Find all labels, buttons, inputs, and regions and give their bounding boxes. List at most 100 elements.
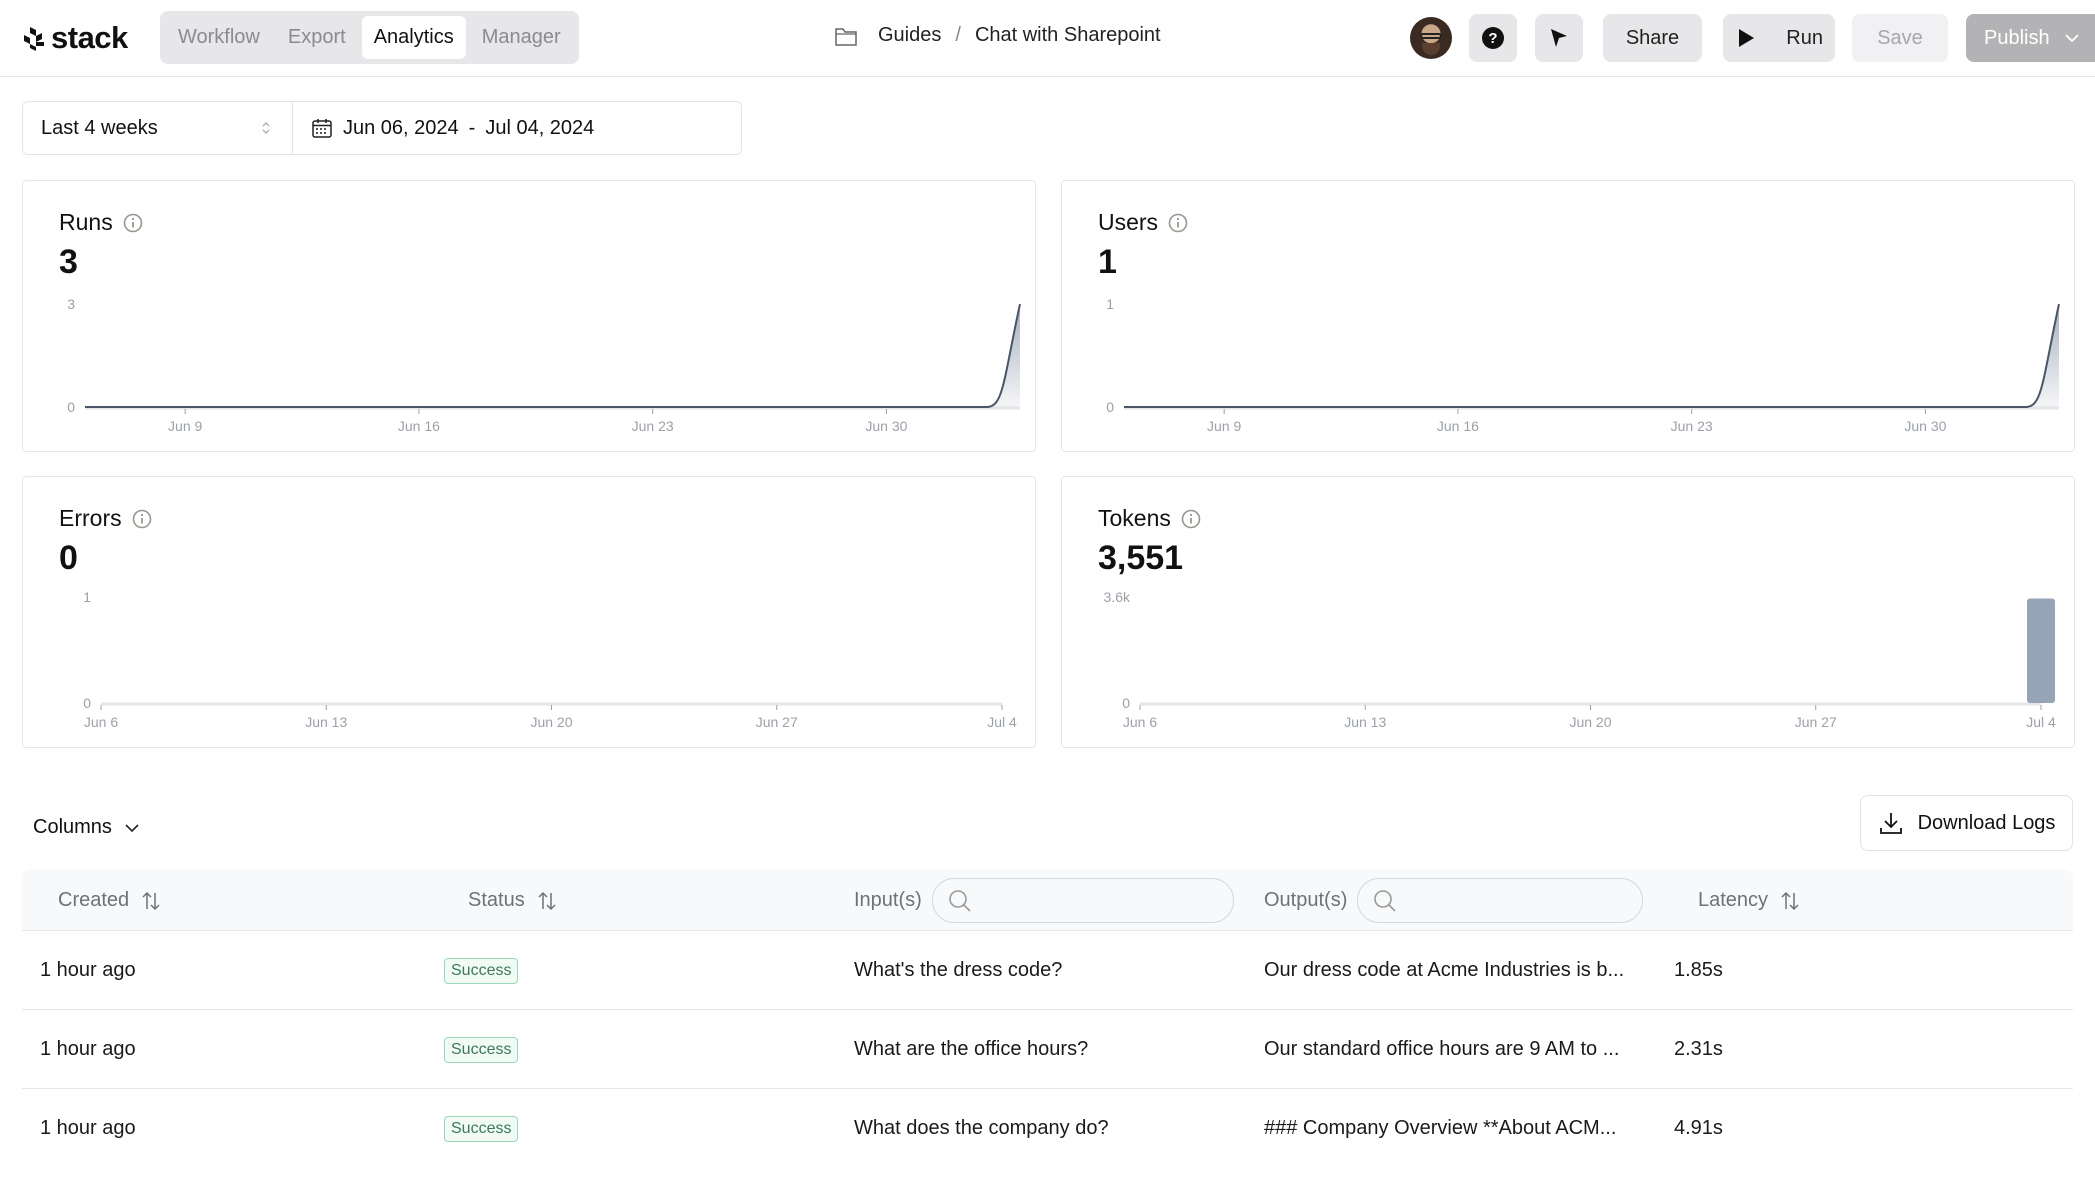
question-circle-icon: ? — [1482, 27, 1504, 49]
cursor-arrow-icon — [1551, 29, 1567, 47]
inputs-search[interactable] — [931, 878, 1234, 923]
series-area — [85, 304, 1020, 407]
range-select[interactable]: Last 4 weeks — [23, 102, 293, 154]
columns-label: Columns — [33, 816, 112, 838]
date-separator: - — [468, 116, 476, 139]
run-label: Run — [1786, 26, 1823, 49]
publish-label: Publish — [1984, 26, 2050, 49]
cell-input: What does the company do? — [854, 1117, 1109, 1139]
run-button[interactable]: Run — [1723, 14, 1835, 62]
cell-created: 1 hour ago — [40, 959, 136, 981]
chevron-down-icon[interactable] — [2064, 33, 2080, 43]
cell-status: Success — [444, 1089, 519, 1168]
table-row[interactable]: 1 hour ago Success What are the office h… — [22, 1010, 2073, 1089]
cell-output: Our dress code at Acme Industries is b..… — [1264, 959, 1625, 981]
x-tick-label: Jun 13 — [305, 714, 347, 730]
view-tabs: Workflow Export Analytics Manager — [160, 11, 579, 64]
x-tick-label: Jun 20 — [530, 714, 572, 730]
breadcrumb-parent[interactable]: Guides — [878, 24, 941, 47]
users-chart: 0 1 Jun 9 Jun 16 Jun 23 Jun 30 — [1106, 296, 2060, 434]
sort-icon[interactable] — [1780, 890, 1800, 912]
x-tick-label: Jun 27 — [756, 714, 798, 730]
range-select-value: Last 4 weeks — [41, 116, 158, 139]
breadcrumb: Guides / Chat with Sharepoint — [834, 24, 1161, 47]
logs-table-header: Created Status Input(s) Output(s) Latenc… — [22, 870, 2073, 931]
tokens-chart: 0 3.6k Jun 6 Jun 13 Jun 20 Jun 27 Jul 4 — [1104, 589, 2056, 730]
outputs-search-field[interactable] — [1398, 879, 1643, 922]
series-line — [1124, 303, 2060, 408]
x-tick-label: Jun 13 — [1344, 714, 1386, 730]
chevron-down-icon — [125, 823, 139, 832]
user-avatar[interactable] — [1410, 17, 1452, 59]
date-filter-bar: Last 4 weeks Jun 06, 2024 - Jul 04, 2024 — [22, 101, 742, 155]
y-tick-label: 3.6k — [1104, 589, 1131, 605]
svg-text:?: ? — [1488, 30, 1497, 47]
columns-dropdown[interactable]: Columns — [33, 816, 140, 839]
x-tick-label: Jul 4 — [2026, 714, 2056, 730]
header-status[interactable]: Status — [468, 870, 557, 931]
table-row[interactable]: 1 hour ago Success What does the company… — [22, 1089, 2073, 1168]
header-inputs-label: Input(s) — [854, 889, 922, 911]
x-tick-label: Jun 16 — [1437, 418, 1479, 434]
download-icon — [1879, 813, 1902, 834]
x-tick-label: Jun 9 — [1207, 418, 1241, 434]
cell-created: 1 hour ago — [40, 1038, 136, 1060]
cell-input: What's the dress code? — [854, 959, 1063, 981]
tokens-card: Tokens 3,551 0 3.6k Jun 6 Jun 13 Jun 20 Jun 2… — [1061, 476, 2075, 748]
x-tick-label: Jun 30 — [1904, 418, 1946, 434]
status-badge: Success — [444, 1115, 519, 1142]
stack-logo[interactable]: stack — [20, 20, 128, 56]
date-start: Jun 06, 2024 — [343, 116, 459, 139]
header-created[interactable]: Created — [58, 870, 161, 931]
tab-manager[interactable]: Manager — [470, 16, 573, 59]
cell-latency: 4.91s — [1674, 1117, 1723, 1139]
runs-chart: 0 3 Jun 9 Jun 16 Jun 23 Jun 30 — [67, 296, 1021, 434]
cell-created: 1 hour ago — [40, 1117, 136, 1139]
sort-icon[interactable] — [537, 890, 557, 912]
avatar-beard — [1422, 43, 1440, 55]
folder-icon — [835, 27, 857, 46]
y-tick-label: 0 — [1106, 399, 1114, 415]
header-outputs: Output(s) — [1264, 870, 1644, 931]
tab-export[interactable]: Export — [276, 16, 358, 59]
logo-text: stack — [51, 20, 128, 55]
bar — [2027, 598, 2055, 703]
x-tick-label: Jul 4 — [987, 714, 1017, 730]
save-button[interactable]: Save — [1852, 14, 1948, 62]
table-row[interactable]: 1 hour ago Success What's the dress code… — [22, 931, 2073, 1010]
y-tick-label: 0 — [83, 695, 91, 711]
sort-icon[interactable] — [141, 890, 161, 912]
inputs-search-field[interactable] — [972, 879, 1233, 922]
cell-status: Success — [444, 1010, 519, 1089]
errors-card: Errors 0 0 1 Jun 6 Jun 13 Jun 20 Jun 27 Jul 4 — [22, 476, 1036, 748]
cell-input: What are the office hours? — [854, 1038, 1089, 1060]
calendar-icon — [312, 119, 332, 138]
header-latency[interactable]: Latency — [1698, 870, 1800, 931]
header-latency-label: Latency — [1698, 889, 1769, 911]
y-tick-label: 0 — [67, 399, 75, 415]
publish-button[interactable]: Publish — [1966, 14, 2095, 62]
tab-analytics[interactable]: Analytics — [361, 16, 466, 59]
avatar-glasses — [1420, 33, 1442, 39]
tab-workflow[interactable]: Workflow — [166, 16, 272, 59]
help-button[interactable]: ? — [1469, 14, 1517, 62]
x-tick-label: Jun 23 — [632, 418, 674, 434]
chevron-up-down-icon — [262, 122, 270, 134]
outputs-search[interactable] — [1357, 878, 1644, 923]
date-range-picker[interactable]: Jun 06, 2024 - Jul 04, 2024 — [293, 117, 594, 140]
date-end: Jul 04, 2024 — [485, 116, 595, 139]
x-tick-label: Jun 6 — [84, 714, 118, 730]
share-button[interactable]: Share — [1603, 14, 1702, 62]
header-inputs: Input(s) — [854, 870, 1234, 931]
header-created-label: Created — [58, 889, 130, 911]
download-logs-button[interactable]: Download Logs — [1860, 795, 2073, 851]
series-area — [1124, 304, 2059, 407]
cell-output: ### Company Overview **About ACM... — [1264, 1117, 1617, 1139]
download-logs-label: Download Logs — [1917, 811, 2056, 834]
header-status-label: Status — [468, 889, 525, 911]
top-bar: stack Workflow Export Analytics Manager … — [0, 0, 2095, 77]
series-line — [85, 303, 1021, 408]
pointer-mode-button[interactable] — [1535, 14, 1583, 62]
x-tick-label: Jun 23 — [1671, 418, 1713, 434]
x-tick-label: Jun 6 — [1123, 714, 1157, 730]
